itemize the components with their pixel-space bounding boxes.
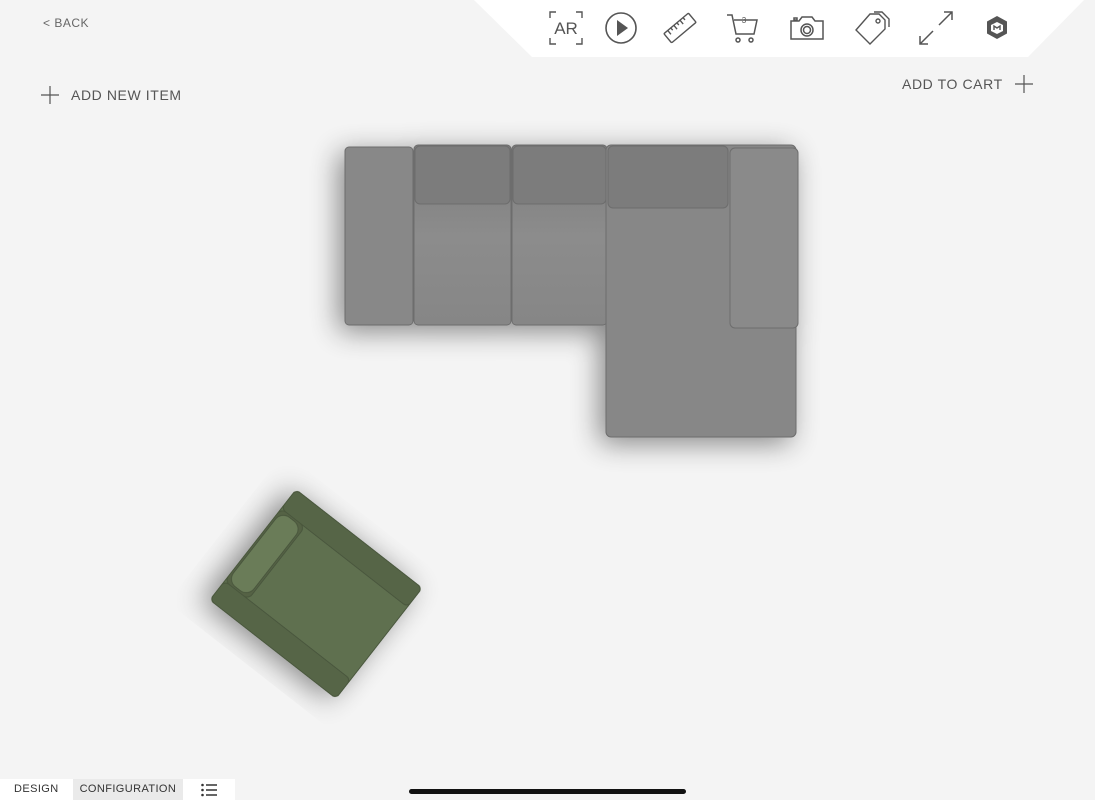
tab-design[interactable]: DESIGN: [0, 779, 73, 800]
plus-icon: [1014, 75, 1033, 93]
cart-button[interactable]: 3: [723, 8, 763, 48]
price-tags-button[interactable]: [852, 8, 892, 48]
expand-icon: [919, 11, 953, 45]
room-canvas[interactable]: [0, 0, 1095, 770]
cart-badge: 3: [742, 16, 747, 25]
ruler-icon: [663, 12, 697, 44]
tab-configuration[interactable]: CONFIGURATION: [72, 779, 184, 800]
camera-icon: [790, 16, 824, 40]
ar-label: AR: [554, 19, 578, 38]
brand-logo-icon: [987, 16, 1007, 39]
sectional-sofa[interactable]: [344, 144, 799, 438]
play-icon: [605, 12, 637, 44]
bottom-tab-bar: DESIGN CONFIGURATION: [0, 779, 236, 800]
armchair[interactable]: [210, 490, 422, 699]
add-to-cart-button[interactable]: ADD TO CART: [902, 74, 1033, 94]
brand-menu-button[interactable]: [977, 8, 1017, 48]
list-icon: [201, 783, 218, 796]
ar-button[interactable]: AR: [546, 8, 586, 48]
screenshot-button[interactable]: [787, 8, 827, 48]
home-indicator[interactable]: [409, 789, 686, 794]
tags-icon: [855, 11, 890, 45]
add-new-item-button[interactable]: ADD NEW ITEM: [41, 85, 182, 105]
measure-button[interactable]: [660, 8, 700, 48]
fullscreen-button[interactable]: [916, 8, 956, 48]
cart-icon: 3: [727, 14, 758, 43]
plus-icon: [41, 86, 59, 104]
add-to-cart-label: ADD TO CART: [902, 76, 1003, 92]
tab-list[interactable]: [183, 779, 235, 800]
ar-icon: AR: [549, 11, 583, 45]
back-link[interactable]: < BACK: [43, 16, 89, 30]
play-button[interactable]: [601, 8, 641, 48]
add-new-item-label: ADD NEW ITEM: [71, 87, 182, 103]
